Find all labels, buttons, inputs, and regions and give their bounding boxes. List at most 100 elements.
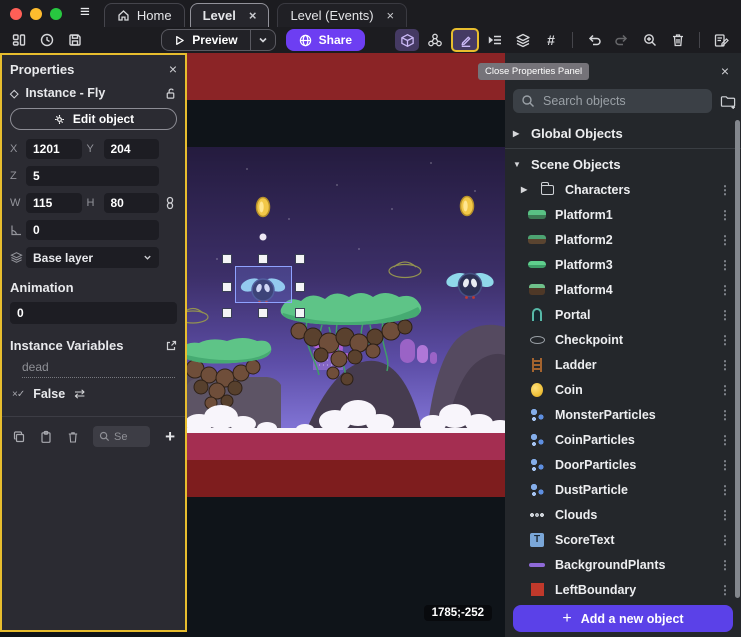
width-input[interactable] <box>26 193 82 213</box>
close-tab-icon[interactable]: × <box>249 8 257 23</box>
add-new-object-button[interactable]: + Add a new object <box>513 605 733 632</box>
resize-handle-e[interactable] <box>295 282 305 292</box>
animation-input[interactable] <box>10 302 177 324</box>
objects-scrollbar[interactable] <box>735 120 740 637</box>
paste-icon[interactable] <box>39 430 53 444</box>
height-input[interactable] <box>104 193 160 213</box>
object-row[interactable]: LeftBoundary⋮ <box>505 577 741 602</box>
resize-handle-sw[interactable] <box>222 308 232 318</box>
open-variables-icon[interactable] <box>165 340 177 352</box>
panels-layout-icon[interactable] <box>8 30 30 50</box>
resize-handle-ne[interactable] <box>295 254 305 264</box>
object-row[interactable]: Platform2⋮ <box>505 227 741 252</box>
edit-object-button[interactable]: Edit object <box>10 108 177 130</box>
resize-handle-w[interactable] <box>222 282 232 292</box>
tab-home[interactable]: Home <box>104 3 185 27</box>
object-row[interactable]: Platform1⋮ <box>505 202 741 227</box>
row-menu-icon[interactable]: ⋮ <box>719 333 731 347</box>
object-row[interactable]: Platform4⋮ <box>505 277 741 302</box>
object-row[interactable]: Platform3⋮ <box>505 252 741 277</box>
grid-icon[interactable]: # <box>539 29 563 51</box>
close-window-button[interactable] <box>10 8 22 20</box>
z-input[interactable] <box>26 166 159 186</box>
redo-icon[interactable] <box>610 29 634 51</box>
object-row[interactable]: TScoreText⋮ <box>505 527 741 552</box>
close-tab-icon[interactable]: × <box>387 8 395 23</box>
layers-icon[interactable] <box>511 29 535 51</box>
angle-input[interactable] <box>26 220 159 240</box>
row-menu-icon[interactable]: ⋮ <box>719 383 731 397</box>
tab-level[interactable]: Level × <box>190 3 270 27</box>
row-menu-icon[interactable]: ⋮ <box>719 433 731 447</box>
row-menu-icon[interactable]: ⋮ <box>719 233 731 247</box>
object-row[interactable]: BackgroundPlants⋮ <box>505 552 741 577</box>
row-menu-icon[interactable]: ⋮ <box>719 558 731 572</box>
object-row[interactable]: CoinParticles⋮ <box>505 427 741 452</box>
history-icon[interactable] <box>36 30 58 50</box>
row-menu-icon[interactable]: ⋮ <box>719 283 731 297</box>
toggle-variable-icon[interactable]: ⇄ <box>74 386 85 402</box>
preview-button[interactable]: Preview <box>161 29 275 51</box>
resize-handle-n[interactable] <box>258 254 268 264</box>
y-input[interactable] <box>104 139 160 159</box>
properties-pen-icon[interactable] <box>451 28 479 52</box>
resize-handle-se[interactable] <box>295 308 305 318</box>
object-groups-icon[interactable] <box>423 29 447 51</box>
variable-name[interactable]: dead <box>22 360 175 378</box>
preview-options-chevron[interactable] <box>250 30 275 50</box>
edit-scene-notebook-icon[interactable] <box>709 29 733 51</box>
share-button[interactable]: Share <box>286 29 365 51</box>
search-objects-input[interactable] <box>513 89 712 113</box>
row-menu-icon[interactable]: ⋮ <box>719 183 731 197</box>
row-menu-icon[interactable]: ⋮ <box>719 533 731 547</box>
object-row[interactable]: Clouds⋮ <box>505 502 741 527</box>
unlock-icon[interactable] <box>164 87 177 100</box>
row-menu-icon[interactable]: ⋮ <box>719 483 731 497</box>
undo-icon[interactable] <box>582 29 606 51</box>
scrollbar-thumb[interactable] <box>735 120 740 598</box>
scene-canvas[interactable]: 1785;-252 <box>187 53 505 637</box>
add-folder-icon[interactable] <box>720 94 737 109</box>
object-row[interactable]: Portal⋮ <box>505 302 741 327</box>
close-objects-icon[interactable]: × <box>721 63 729 79</box>
save-icon[interactable] <box>64 30 86 50</box>
object-row[interactable]: MonsterParticles⋮ <box>505 402 741 427</box>
resize-handle-nw[interactable] <box>222 254 232 264</box>
trash-icon[interactable] <box>66 430 80 444</box>
row-menu-icon[interactable]: ⋮ <box>719 208 731 222</box>
group-scene-objects[interactable]: ▼ Scene Objects <box>505 152 741 177</box>
maximize-window-button[interactable] <box>50 8 62 20</box>
close-properties-icon[interactable]: × <box>169 61 177 77</box>
row-menu-icon[interactable]: ⋮ <box>719 258 731 272</box>
lock-ratio-icon[interactable] <box>164 196 177 210</box>
row-menu-icon[interactable]: ⋮ <box>719 583 731 597</box>
object-row[interactable]: Ladder⋮ <box>505 352 741 377</box>
row-menu-icon[interactable]: ⋮ <box>719 408 731 422</box>
object-row[interactable]: Checkpoint⋮ <box>505 327 741 352</box>
object-row[interactable]: ▶Characters⋮ <box>505 177 741 202</box>
caret-right-icon[interactable]: ▶ <box>521 185 529 194</box>
row-menu-icon[interactable]: ⋮ <box>719 308 731 322</box>
variables-search-input[interactable]: Se <box>93 426 150 447</box>
resize-handle-s[interactable] <box>258 308 268 318</box>
object-row[interactable]: Coin⋮ <box>505 377 741 402</box>
tab-level-events[interactable]: Level (Events) × <box>277 3 407 27</box>
menu-icon[interactable]: ≡ <box>72 2 104 27</box>
toggle-3d-view-icon[interactable] <box>395 29 419 51</box>
variable-value[interactable]: False <box>33 387 65 401</box>
instance-selection-rect[interactable] <box>235 266 292 303</box>
copy-icon[interactable] <box>12 430 26 444</box>
row-menu-icon[interactable]: ⋮ <box>719 358 731 372</box>
minimize-window-button[interactable] <box>30 8 42 20</box>
add-variable-button[interactable]: + <box>165 427 175 447</box>
row-menu-icon[interactable]: ⋮ <box>719 458 731 472</box>
x-input[interactable] <box>26 139 82 159</box>
object-row[interactable]: DustParticle⋮ <box>505 477 741 502</box>
row-menu-icon[interactable]: ⋮ <box>719 508 731 522</box>
zoom-in-icon[interactable] <box>638 29 662 51</box>
instances-list-icon[interactable] <box>483 29 507 51</box>
delete-icon[interactable] <box>666 29 690 51</box>
layer-select[interactable]: Base layer <box>26 247 159 268</box>
group-global-objects[interactable]: ▶ Global Objects <box>505 121 741 146</box>
object-row[interactable]: DoorParticles⋮ <box>505 452 741 477</box>
